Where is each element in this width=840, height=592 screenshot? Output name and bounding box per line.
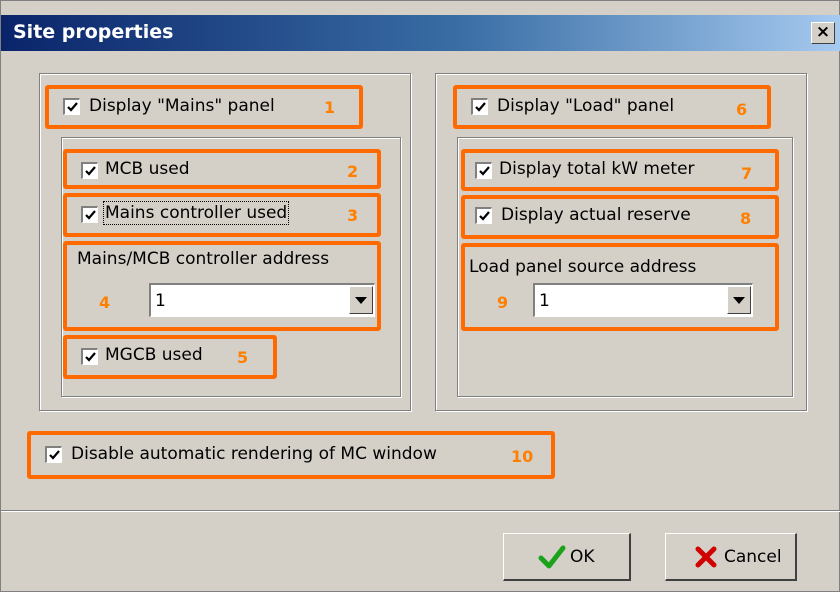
mcb-label: MCB used	[105, 159, 190, 179]
reserve-checkbox[interactable]	[475, 207, 492, 224]
annotation-number: 7	[741, 164, 753, 183]
annotation-number: 5	[237, 348, 249, 367]
annotation-number: 3	[347, 206, 359, 225]
check-icon	[85, 210, 96, 220]
load-source-value: 1	[539, 291, 550, 311]
close-button[interactable]: ×	[811, 22, 835, 44]
ok-label: OK	[570, 547, 595, 567]
window-title: Site properties	[13, 21, 174, 43]
ok-button[interactable]: OK	[503, 533, 631, 581]
x-icon	[695, 546, 717, 568]
kw-meter-checkbox[interactable]	[475, 162, 492, 179]
kw-meter-label: Display total kW meter	[499, 159, 695, 179]
separator	[1, 510, 840, 512]
mains-controller-label: Mains controller used	[102, 201, 290, 225]
display-load-label: Display "Load" panel	[497, 96, 675, 116]
check-icon	[85, 166, 96, 176]
load-source-label: Load panel source address	[469, 257, 697, 277]
chevron-down-icon[interactable]	[349, 286, 373, 314]
title-bar[interactable]: Site properties ×	[1, 15, 840, 51]
annotation-number: 1	[324, 98, 336, 117]
check-icon	[479, 211, 490, 221]
cancel-button[interactable]: Cancel	[665, 533, 797, 581]
mgcb-label: MGCB used	[105, 345, 203, 365]
check-icon	[49, 450, 60, 460]
disable-rendering-checkbox[interactable]	[45, 446, 62, 463]
site-properties-dialog: Site properties × Display "Mains" panel …	[0, 0, 840, 592]
annotation-number: 10	[511, 447, 534, 466]
display-mains-checkbox[interactable]	[63, 98, 80, 115]
chevron-down-icon[interactable]	[727, 286, 751, 314]
check-icon	[538, 545, 566, 569]
check-icon	[85, 352, 96, 362]
annotation-number: 6	[736, 100, 748, 119]
annotation-number: 4	[99, 293, 111, 312]
mgcb-checkbox[interactable]	[81, 348, 98, 365]
mains-controller-checkbox[interactable]	[81, 206, 98, 223]
close-icon: ×	[815, 22, 831, 42]
mcb-checkbox[interactable]	[81, 162, 98, 179]
annotation-number: 2	[347, 162, 359, 181]
check-icon	[67, 102, 78, 112]
reserve-label: Display actual reserve	[501, 205, 691, 225]
check-icon	[479, 166, 490, 176]
disable-rendering-label: Disable automatic rendering of MC window	[71, 444, 437, 464]
load-source-select[interactable]: 1	[533, 283, 753, 317]
check-icon	[475, 102, 486, 112]
cancel-label: Cancel	[724, 547, 782, 567]
mains-address-label: Mains/MCB controller address	[77, 249, 330, 269]
mains-address-value: 1	[155, 291, 166, 311]
display-load-checkbox[interactable]	[471, 98, 488, 115]
annotation-number: 9	[497, 293, 509, 312]
display-mains-label: Display "Mains" panel	[89, 96, 275, 116]
annotation-number: 8	[740, 209, 752, 228]
mains-address-select[interactable]: 1	[149, 283, 375, 317]
